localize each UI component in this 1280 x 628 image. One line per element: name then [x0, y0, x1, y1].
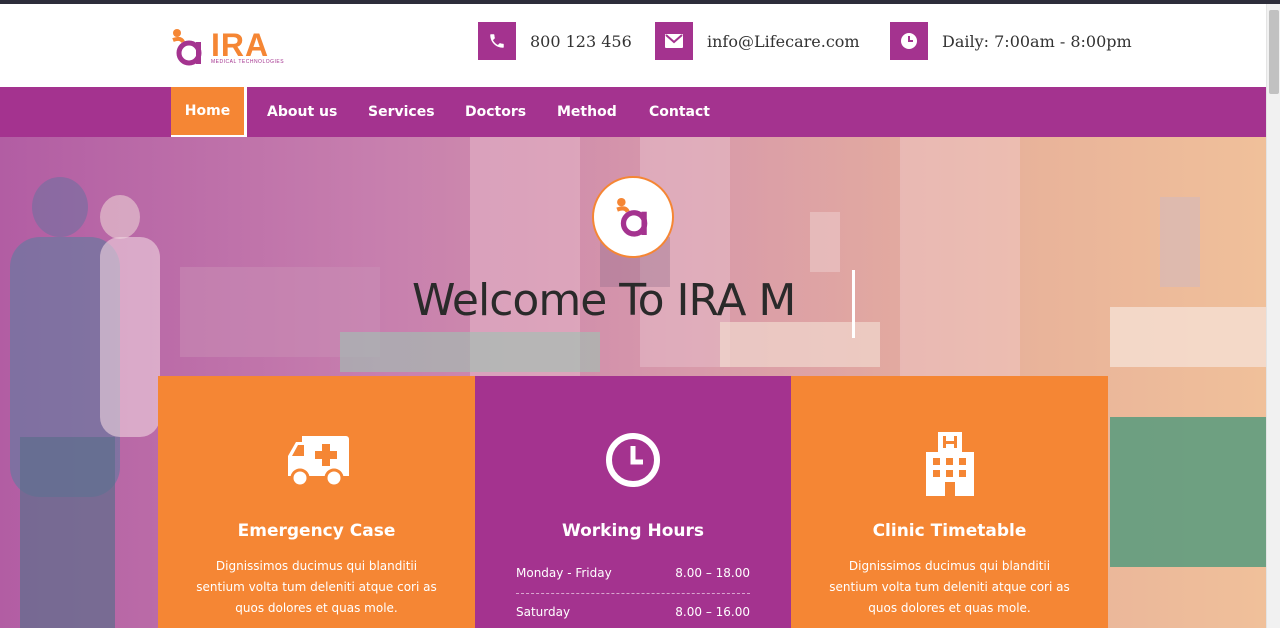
- card-title: Emergency Case: [237, 521, 396, 541]
- ambulance-icon: [158, 432, 475, 496]
- site-logo[interactable]: IRA MEDICAL TECHNOLOGIES: [171, 26, 285, 70]
- hours-divider: [516, 593, 750, 594]
- card-title: Clinic Timetable: [872, 521, 1027, 541]
- site-header: IRA MEDICAL TECHNOLOGIES 800 123 456 inf…: [0, 4, 1266, 87]
- contact-phone[interactable]: 800 123 456: [478, 22, 632, 60]
- envelope-icon: [655, 22, 693, 60]
- card-description: Dignissimos ducimus qui blanditii sentiu…: [196, 559, 437, 615]
- emergency-case-card: Emergency Case Dignissimos ducimus qui b…: [158, 376, 475, 628]
- working-hours-card: Working Hours Monday - Friday 8.00 – 18.…: [475, 376, 791, 628]
- nav-item-method[interactable]: Method: [557, 87, 617, 137]
- hero-logo-badge: [592, 176, 674, 258]
- contact-hours: Daily: 7:00am - 8:00pm: [890, 22, 1132, 60]
- hours-day: Saturday: [516, 605, 571, 619]
- contact-phone-text: 800 123 456: [530, 31, 632, 51]
- card-description: Dignissimos ducimus qui blanditii sentiu…: [829, 559, 1070, 615]
- contact-email[interactable]: info@Lifecare.com: [655, 22, 860, 60]
- hero-title: Welcome To IRA M: [412, 275, 796, 326]
- nav-item-doctors[interactable]: Doctors: [465, 87, 526, 137]
- hero-section: Welcome To IRA M Emergency Case Dignissi…: [0, 137, 1266, 628]
- hours-time: 8.00 – 16.00: [675, 605, 750, 619]
- nav-item-home[interactable]: Home: [171, 87, 247, 138]
- clock-icon: [890, 22, 928, 60]
- clinic-timetable-card: Clinic Timetable Dignissimos ducimus qui…: [791, 376, 1108, 628]
- nav-item-contact[interactable]: Contact: [649, 87, 710, 137]
- card-title: Working Hours: [561, 521, 705, 541]
- hours-row: Saturday 8.00 – 16.00: [516, 605, 750, 619]
- typing-cursor: [852, 270, 855, 338]
- logo-tagline: MEDICAL TECHNOLOGIES: [211, 59, 285, 65]
- contact-email-text: info@Lifecare.com: [707, 31, 860, 51]
- hours-row: Monday - Friday 8.00 – 18.00: [516, 566, 750, 580]
- nav-item-services[interactable]: Services: [368, 87, 435, 137]
- ira-logo-mark-icon: [172, 29, 202, 66]
- hospital-icon: [791, 432, 1108, 496]
- nav-item-about-us[interactable]: About us: [267, 87, 337, 137]
- hours-day: Monday - Friday: [516, 566, 612, 580]
- ira-logo-mark-icon: [616, 197, 648, 237]
- page-scrollbar[interactable]: [1266, 4, 1280, 628]
- scrollbar-thumb[interactable]: [1269, 10, 1279, 94]
- phone-icon: [478, 22, 516, 60]
- hours-time: 8.00 – 18.00: [675, 566, 750, 580]
- main-navigation: Home About us Services Doctors Method Co…: [0, 87, 1266, 138]
- clock-icon: [475, 432, 791, 496]
- contact-hours-text: Daily: 7:00am - 8:00pm: [942, 31, 1132, 51]
